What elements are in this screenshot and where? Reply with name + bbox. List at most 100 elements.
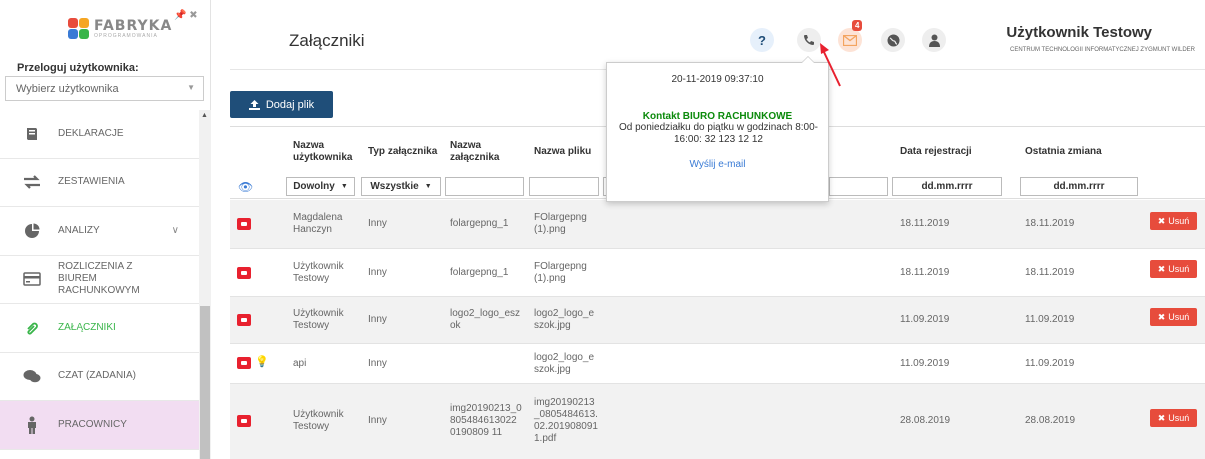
logo-area: FABRYKA OPROGRAMOWANIA 📌 ✖ [0,0,210,60]
close-icon: ✖ [1157,263,1166,274]
close-icon[interactable]: ✖ [189,10,197,21]
user-name[interactable]: Użytkownik Testowy [1006,24,1152,41]
sidebar-item-label: ZESTAWIENIA [58,176,125,188]
close-icon: ✖ [1157,311,1166,322]
cell-attachment-name: folargepng_1 [450,218,509,229]
user-icon [928,34,940,47]
upload-icon [248,99,260,110]
sidebar-item-label: PRACOWNICY [58,418,127,430]
chevron-down-icon: ∨ [171,225,179,236]
folder-icon[interactable] [237,415,251,427]
sidebar-item-zestawienia[interactable]: ZESTAWIENIA [0,159,199,207]
header-attachment-name[interactable]: Nazwa załącznika [450,140,510,164]
cell-registration-date: 11.09.2019 [900,314,950,325]
globe-icon [887,34,899,46]
cell-type: Inny [368,218,387,229]
credit-card-icon [22,272,42,286]
folder-icon[interactable] [237,314,251,326]
filter-type-value: Wszystkie [370,181,419,192]
popover-title: Kontakt BIURO RACHUNKOWE [642,111,793,122]
filter-column-input[interactable] [829,177,888,196]
sidebar-item-pracownicy[interactable]: PRACOWNICY [0,401,199,450]
person-icon [22,416,42,434]
help-button[interactable]: ? [750,28,774,52]
header-user[interactable]: Nazwa użytkownika [293,140,353,164]
delete-button[interactable]: ✖ Usuń [1150,409,1197,427]
send-email-link[interactable]: Wyślij e-mail [607,159,828,170]
delete-button[interactable]: ✖ Usuń [1150,308,1197,326]
header-type[interactable]: Typ załącznika [368,146,437,158]
filter-last-change-input[interactable]: dd.mm.rrrr [1020,177,1138,196]
mail-badge: 4 [852,20,863,31]
scroll-up-icon[interactable]: ▲ [201,112,208,119]
sidebar-item-label: CZAT (ZADANIA) [58,370,136,382]
cell-type: Inny [368,267,387,278]
cell-type: Inny [368,415,387,426]
add-file-button[interactable]: Dodaj plik [230,91,333,118]
sidebar-item-analizy[interactable]: ANALIZY ∨ [0,207,199,256]
table-row: Użytkownik Testowy Inny logo2_logo_eszok… [230,297,1205,344]
cell-file-name[interactable]: FOlargepng (1).png [534,261,598,285]
header-last-change[interactable]: Ostatnia zmiana [1025,146,1102,158]
logo-mark-icon [68,18,90,40]
sidebar-item-label: DEKLARACJE [58,127,124,139]
cell-type: Inny [368,314,387,325]
cell-registration-date: 18.11.2019 [900,267,950,278]
book-icon [22,126,42,142]
header-registration-date[interactable]: Data rejestracji [900,146,972,158]
chevron-down-icon: ▼ [187,83,195,92]
header-file-name[interactable]: Nazwa pliku [534,146,591,158]
filter-type-select[interactable]: Wszystkie ▼ [361,177,441,196]
cell-file-name[interactable]: FOlargepng (1).png [534,212,598,236]
folder-icon[interactable] [237,357,251,369]
folder-icon[interactable] [237,267,251,279]
sidebar-item-czat[interactable]: CZAT (ZADANIA) [0,353,199,401]
chevron-down-icon: ▼ [424,183,432,190]
cell-last-change: 11.09.2019 [1025,358,1075,369]
close-icon: ✖ [1157,412,1166,423]
cell-type: Inny [368,358,387,369]
user-button[interactable] [922,28,946,52]
cell-user: Użytkownik Testowy [293,308,344,331]
delete-button[interactable]: ✖ Usuń [1150,260,1197,278]
sidebar-item-zalaczniki[interactable]: ZAŁĄCZNIKI [0,304,199,353]
cell-last-change: 18.11.2019 [1025,218,1075,229]
filter-attachment-name-input[interactable] [445,177,524,196]
sidebar-scrollbar[interactable]: ▲ [199,110,211,459]
eye-icon[interactable]: 👁 [238,180,253,194]
cell-registration-date: 28.08.2019 [900,415,951,426]
cell-file-name[interactable]: logo2_logo_eszok.jpg [534,352,598,376]
sidebar-item-rozliczenia[interactable]: ROZLICZENIA Z BIUREM RACHUNKOWYM [0,256,199,304]
cell-user: api [293,358,307,369]
cell-registration-date: 11.09.2019 [900,358,950,369]
pie-chart-icon [22,223,42,239]
cell-file-name[interactable]: img20190213_0805484613.02.2019080911.pdf [534,397,598,445]
logo: FABRYKA OPROGRAMOWANIA [68,18,172,40]
table-row: 💡 api Inny logo2_logo_eszok.jpg 11.09.20… [230,344,1205,384]
table-row: Użytkownik Testowy Inny folargepng_1 FOl… [230,249,1205,297]
filter-user-select[interactable]: Dowolny ▼ [286,177,355,196]
folder-icon[interactable] [237,218,251,230]
table-row: Użytkownik Testowy Inny img20190213_0805… [230,384,1205,459]
cell-file-name[interactable]: logo2_logo_eszok.jpg [534,308,598,332]
sidebar-item-deklaracje[interactable]: DEKLARACJE [0,110,199,159]
scrollbar-thumb[interactable] [200,306,210,459]
user-select[interactable]: Wybierz użytkownika ▼ [5,76,204,101]
sidebar-menu: DEKLARACJE ZESTAWIENIA ANALIZY ∨ ROZLICZ… [0,110,199,450]
page-title: Załączniki [289,31,365,50]
user-organization: CENTRUM TECHNOLOGII INFORMATYCZNEJ ZYGMU… [1009,47,1195,53]
filter-file-name-input[interactable] [529,177,599,196]
cell-last-change: 18.11.2019 [1025,267,1075,278]
table-row: Magdalena Hanczyn Inny folargepng_1 FOla… [230,200,1205,249]
chat-icon [22,369,42,384]
delete-button[interactable]: ✖ Usuń [1150,212,1197,230]
globe-button[interactable] [881,28,905,52]
cell-last-change: 11.09.2019 [1025,314,1075,325]
filter-registration-date-input[interactable]: dd.mm.rrrr [892,177,1002,196]
delete-label: Usuń [1168,264,1190,274]
lightbulb-icon[interactable]: 💡 [255,356,269,368]
popover-date: 20-11-2019 09:37:10 [671,74,764,85]
exchange-icon [22,175,42,190]
pin-icon[interactable]: 📌 [174,10,186,21]
cell-registration-date: 18.11.2019 [900,218,950,229]
